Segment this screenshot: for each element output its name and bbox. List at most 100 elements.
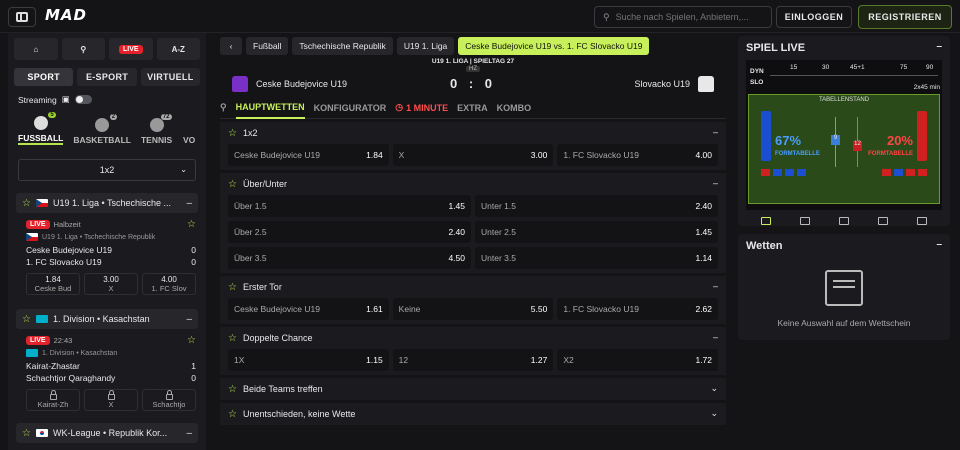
star-icon[interactable]: ☆ xyxy=(228,409,237,420)
star-icon[interactable]: ☆ xyxy=(187,219,196,230)
collapse-icon[interactable]: – xyxy=(186,314,192,325)
menu-toggle-button[interactable] xyxy=(8,7,36,27)
tab-configurator[interactable]: KONFIGURATOR xyxy=(314,103,387,113)
star-icon[interactable]: ☆ xyxy=(187,335,196,346)
search-tab[interactable]: ⚲ xyxy=(61,38,105,60)
register-button[interactable]: REGISTRIEREN xyxy=(858,5,952,29)
market-header[interactable]: ☆ 1x2 – xyxy=(220,122,726,144)
odd-button[interactable]: Ceske Budejovice U19 1.84 xyxy=(228,144,389,166)
form-chip xyxy=(894,169,903,176)
breadcrumb-item[interactable]: Tschechische Republik xyxy=(292,37,393,55)
odd-label: Über 2.5 xyxy=(234,227,267,237)
az-tab[interactable]: A-Z xyxy=(156,38,200,60)
chevron-down-icon[interactable]: ⌄ xyxy=(710,383,718,394)
market-over-under: ☆ Über/Unter – Über 1.5 1.45 Unter 1.5 2.40 … xyxy=(220,173,726,273)
star-icon[interactable]: ☆ xyxy=(228,128,237,139)
market-header[interactable]: ☆ Über/Unter – xyxy=(220,173,726,195)
odd-button[interactable]: Unter 2.5 1.45 xyxy=(475,221,718,243)
sport-football[interactable]: 5 FUSSBALL xyxy=(18,111,64,145)
star-icon[interactable]: ☆ xyxy=(228,384,237,395)
brand-logo[interactable]: MAD xyxy=(45,6,87,24)
login-button[interactable]: EINLOGGEN xyxy=(776,6,852,28)
collapse-icon[interactable]: – xyxy=(713,178,718,188)
collapse-icon[interactable]: – xyxy=(936,239,942,250)
tab-virtual[interactable]: VIRTUELL xyxy=(140,68,200,86)
odd-button-draw[interactable]: X xyxy=(84,389,138,411)
match-status: Halbzeit xyxy=(53,220,81,229)
star-icon[interactable]: ☆ xyxy=(228,282,237,293)
collapse-icon[interactable]: – xyxy=(186,428,192,439)
odd-button-home[interactable]: 1.84 Ceske Bud xyxy=(26,273,80,295)
odd-value: 4.00 xyxy=(695,150,713,160)
tab-extra[interactable]: EXTRA xyxy=(457,103,488,113)
search-icon[interactable]: ⚲ xyxy=(220,102,227,113)
away-rank: 12 xyxy=(853,141,862,151)
collapse-icon[interactable]: – xyxy=(936,41,942,52)
collapse-icon[interactable]: – xyxy=(186,198,192,209)
search-box[interactable]: ⚲ xyxy=(594,6,772,28)
odd-button[interactable]: Über 1.5 1.45 xyxy=(228,195,471,217)
tab-esport[interactable]: E-SPORT xyxy=(77,68,137,86)
home-tab[interactable]: ⌂ xyxy=(14,38,58,60)
star-icon[interactable]: ☆ xyxy=(22,198,31,209)
collapse-icon[interactable]: – xyxy=(713,281,718,291)
market-header[interactable]: ☆ Doppelte Chance – xyxy=(220,327,726,349)
breadcrumb-item[interactable]: Fußball xyxy=(246,37,289,55)
breadcrumb-item-current[interactable]: Ceske Budejovice U19 vs. 1. FC Slovacko … xyxy=(458,37,650,55)
market-select[interactable]: 1x2 ⌄ xyxy=(18,159,196,181)
league-header[interactable]: ☆ U19 1. Liga • Tschechische ... – xyxy=(16,193,198,213)
league-header[interactable]: ☆ WK-League • Republik Kor... – xyxy=(16,423,198,443)
odd-button[interactable]: Ceske Budejovice U19 1.61 xyxy=(228,298,389,320)
market-header[interactable]: ☆ Unentschieden, keine Wette ⌄ xyxy=(220,403,726,425)
sport-volleyball[interactable]: VO xyxy=(182,111,196,145)
star-icon[interactable]: ☆ xyxy=(228,179,237,190)
odd-button[interactable]: X2 1.72 xyxy=(557,349,719,371)
odd-button[interactable]: 1. FC Slovacko U19 2.62 xyxy=(557,298,719,320)
tab-sport[interactable]: SPORT xyxy=(14,68,74,86)
tab-one-minute[interactable]: ◷ 1 MINUTE xyxy=(395,102,448,113)
star-icon[interactable]: ☆ xyxy=(228,333,237,344)
match-card[interactable]: LIVE Halbzeit ☆ U19 1. Liga • Tschechische… xyxy=(8,213,206,295)
star-icon[interactable]: ☆ xyxy=(22,314,31,325)
sport-basketball[interactable]: 2 BASKETBALL xyxy=(73,111,131,145)
tab-main-bets[interactable]: HAUPTWETTEN xyxy=(235,97,305,119)
search-input[interactable] xyxy=(615,12,766,22)
odd-button[interactable]: 12 1.27 xyxy=(392,349,554,371)
home-score: 0 xyxy=(191,245,196,255)
collapse-icon[interactable]: – xyxy=(713,332,718,342)
tab-combo[interactable]: KOMBO xyxy=(497,103,532,113)
odd-button[interactable]: 1. FC Slovacko U19 4.00 xyxy=(557,144,719,166)
stats-icon[interactable] xyxy=(799,217,810,225)
odd-button-home[interactable]: Kairat-Zh xyxy=(26,389,80,411)
back-button[interactable]: ‹ xyxy=(220,37,242,55)
viz-controls xyxy=(746,212,942,230)
korea-flag-icon xyxy=(35,429,48,437)
odd-button[interactable]: Unter 3.5 1.14 xyxy=(475,247,718,269)
odd-button[interactable]: Keine 5.50 xyxy=(392,298,554,320)
star-icon[interactable]: ☆ xyxy=(22,428,31,439)
odd-button[interactable]: Über 2.5 2.40 xyxy=(228,221,471,243)
live-tab[interactable]: LIVE xyxy=(109,38,153,60)
odd-button[interactable]: 1X 1.15 xyxy=(228,349,389,371)
market-header[interactable]: ☆ Beide Teams treffen ⌄ xyxy=(220,378,726,400)
odd-button[interactable]: Über 3.5 4.50 xyxy=(228,247,471,269)
market-header[interactable]: ☆ Erster Tor – xyxy=(220,276,726,298)
collapse-icon[interactable]: – xyxy=(713,127,718,137)
table-icon[interactable] xyxy=(878,217,889,225)
lineup-icon[interactable] xyxy=(838,217,849,225)
chevron-down-icon[interactable]: ⌄ xyxy=(710,408,718,419)
match-card[interactable]: LIVE 22:43 ☆ 1. Division • Kasachstan Kair… xyxy=(8,329,206,411)
streaming-toggle[interactable] xyxy=(74,95,92,104)
odd-button-away[interactable]: 4.00 1. FC Slov xyxy=(142,273,196,295)
league-header[interactable]: ☆ 1. Division • Kasachstan – xyxy=(16,309,198,329)
odd-button[interactable]: Unter 1.5 2.40 xyxy=(475,195,718,217)
breadcrumb-item[interactable]: U19 1. Liga xyxy=(396,37,455,55)
form-chips xyxy=(761,169,927,176)
sport-tennis[interactable]: 72 TENNIS xyxy=(141,111,172,145)
pitch-icon[interactable] xyxy=(917,217,928,225)
odd-button-away[interactable]: Schachtjo xyxy=(142,389,196,411)
scoreboard-icon[interactable] xyxy=(760,217,771,225)
odd-button-draw[interactable]: 3.00 X xyxy=(84,273,138,295)
odd-button[interactable]: X 3.00 xyxy=(392,144,554,166)
market-both-teams-score: ☆ Beide Teams treffen ⌄ xyxy=(220,378,726,400)
